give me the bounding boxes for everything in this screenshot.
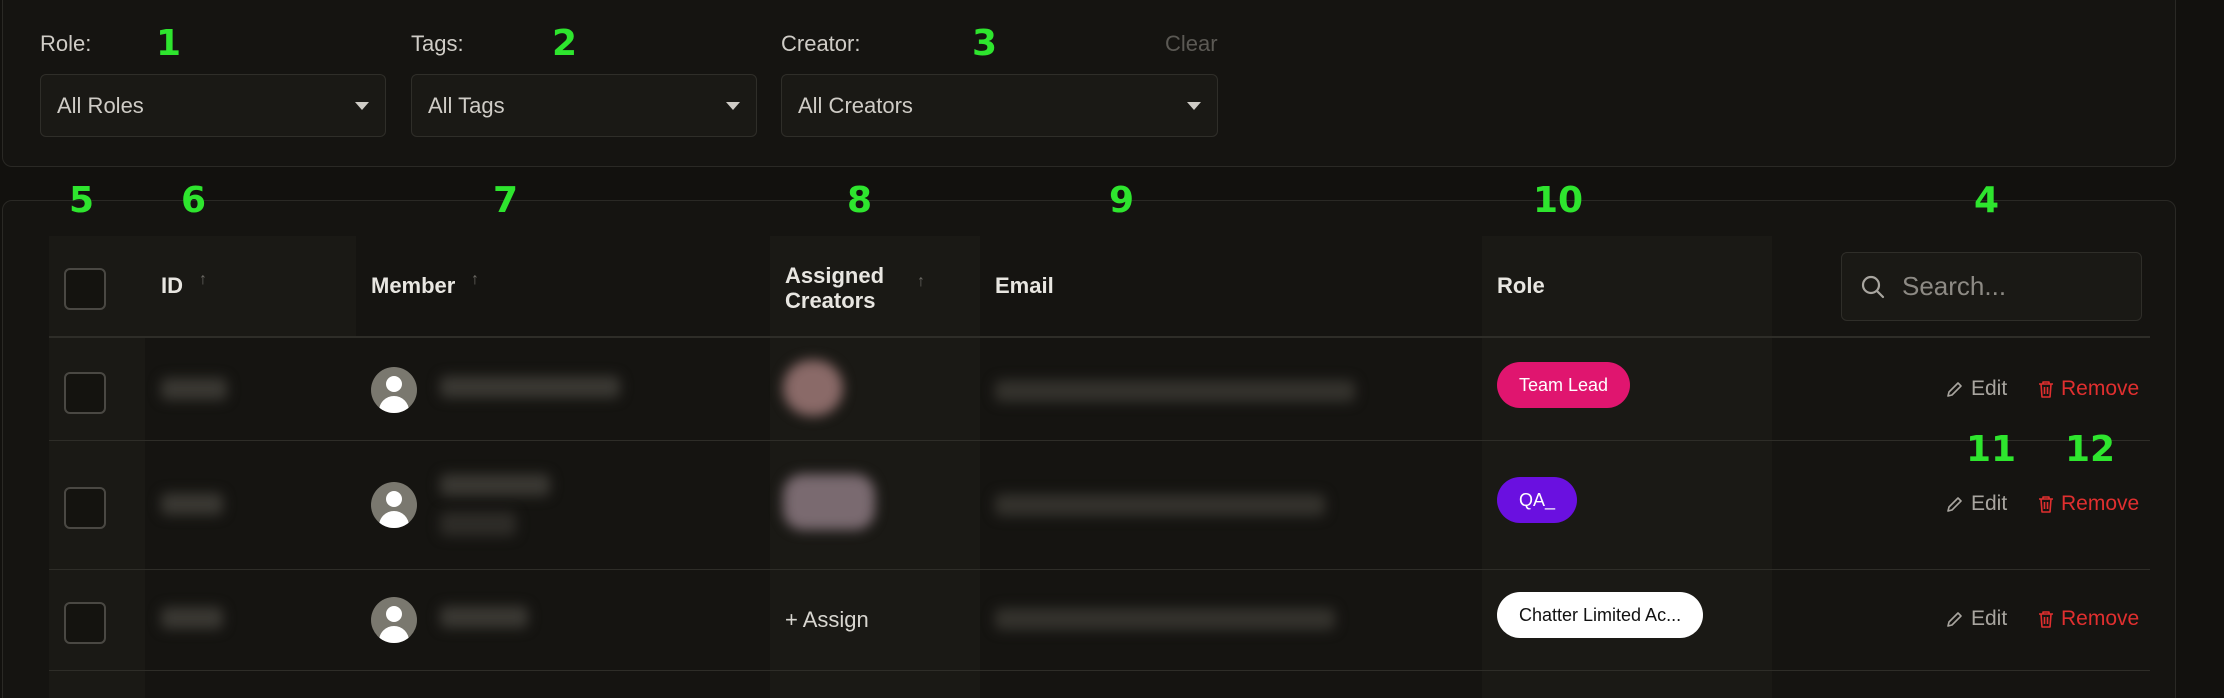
creator-select-value: All Creators <box>798 92 913 118</box>
tags-select[interactable]: All Tags <box>411 74 757 137</box>
remove-label: Remove <box>2061 377 2140 400</box>
tags-filter-label: Tags: <box>411 31 464 56</box>
avatar-icon <box>371 482 417 528</box>
marker-6: 6 <box>181 180 207 221</box>
row-checkbox[interactable] <box>64 487 106 529</box>
role-filter-label: Role: <box>40 31 92 56</box>
member-tag-blurred <box>440 512 516 536</box>
edit-button[interactable]: Edit <box>1945 492 2007 516</box>
search-input[interactable]: Search... <box>1841 252 2142 321</box>
edit-label: Edit <box>1971 377 2008 400</box>
assigned-creators-header-label-1: Assigned <box>785 263 885 288</box>
marker-8: 8 <box>847 180 873 221</box>
edit-button[interactable]: Edit <box>1945 377 2007 401</box>
row-checkbox[interactable] <box>64 372 106 414</box>
pencil-icon <box>1947 612 1962 627</box>
chevron-down-icon <box>726 101 740 110</box>
marker-9: 9 <box>1109 180 1135 221</box>
member-header-label[interactable]: Member <box>371 273 455 299</box>
creator-select[interactable]: All Creators <box>781 74 1218 137</box>
remove-label: Remove <box>2061 607 2140 630</box>
trash-icon <box>2039 381 2053 398</box>
clear-filters-link[interactable]: Clear <box>1165 28 1218 60</box>
marker-11: 11 <box>1966 429 2017 470</box>
assigned-creators-header-label-2: Creators <box>785 288 876 313</box>
header-divider <box>49 336 2150 338</box>
creator-avatar-blurred <box>783 360 843 416</box>
chevron-down-icon <box>1187 101 1201 110</box>
email-blurred <box>995 380 1355 402</box>
email-blurred <box>995 494 1325 516</box>
pencil-icon <box>1947 497 1962 512</box>
member-id-blurred <box>161 607 223 629</box>
sort-up-icon[interactable]: ↑ <box>199 271 207 289</box>
edit-label: Edit <box>1971 607 2008 630</box>
tags-select-value: All Tags <box>428 92 505 118</box>
member-name-blurred <box>440 474 550 496</box>
select-all-checkbox[interactable] <box>64 268 106 310</box>
member-name-blurred <box>440 606 528 628</box>
row-divider <box>49 670 2150 671</box>
creator-filter: Creator: <box>781 28 860 60</box>
tags-filter: Tags: <box>411 28 464 60</box>
member-id-blurred <box>161 378 227 400</box>
sort-up-icon[interactable]: ↑ <box>471 271 479 289</box>
marker-3: 3 <box>972 23 998 64</box>
remove-button[interactable]: Remove <box>2037 607 2139 631</box>
pencil-icon <box>1947 382 1962 397</box>
avatar-icon <box>371 597 417 643</box>
search-icon <box>1861 275 1885 298</box>
marker-7: 7 <box>493 180 519 221</box>
edit-label: Edit <box>1971 492 2008 515</box>
trash-icon <box>2039 496 2053 513</box>
role-badge: QA_ <box>1497 477 1578 523</box>
email-header-label: Email <box>995 273 1054 298</box>
role-select[interactable]: All Roles <box>40 74 386 137</box>
id-header-label: ID <box>161 273 183 298</box>
email-blurred <box>995 608 1335 630</box>
marker-2: 2 <box>552 23 578 64</box>
marker-10: 10 <box>1533 180 1584 221</box>
row-divider <box>49 569 2150 570</box>
marker-5: 5 <box>69 180 95 221</box>
member-id-blurred <box>161 493 223 515</box>
marker-12: 12 <box>2065 429 2116 470</box>
row-divider <box>49 440 2150 441</box>
row-checkbox[interactable] <box>64 602 106 644</box>
role-header-label: Role <box>1497 273 1545 298</box>
role-select-value: All Roles <box>57 92 144 118</box>
trash-icon <box>2039 611 2053 628</box>
sort-up-icon[interactable]: ↑ <box>917 273 925 291</box>
creator-filter-label: Creator: <box>781 31 861 56</box>
remove-label: Remove <box>2061 492 2140 515</box>
marker-1: 1 <box>156 23 182 64</box>
avatar-icon <box>371 367 417 413</box>
chevron-down-icon <box>355 101 369 110</box>
role-filter: Role: <box>40 28 91 60</box>
creator-avatars-blurred <box>783 474 875 530</box>
member-name-blurred <box>440 376 620 398</box>
remove-button[interactable]: Remove <box>2037 377 2139 401</box>
search-placeholder: Search... <box>1902 271 2007 301</box>
marker-4: 4 <box>1974 180 2000 221</box>
role-badge: Team Lead <box>1497 362 1631 408</box>
role-badge: Chatter Limited Ac... <box>1497 592 1704 638</box>
assign-creator-link[interactable]: + Assign <box>785 607 869 633</box>
remove-button[interactable]: Remove <box>2037 492 2139 516</box>
edit-button[interactable]: Edit <box>1945 607 2007 631</box>
